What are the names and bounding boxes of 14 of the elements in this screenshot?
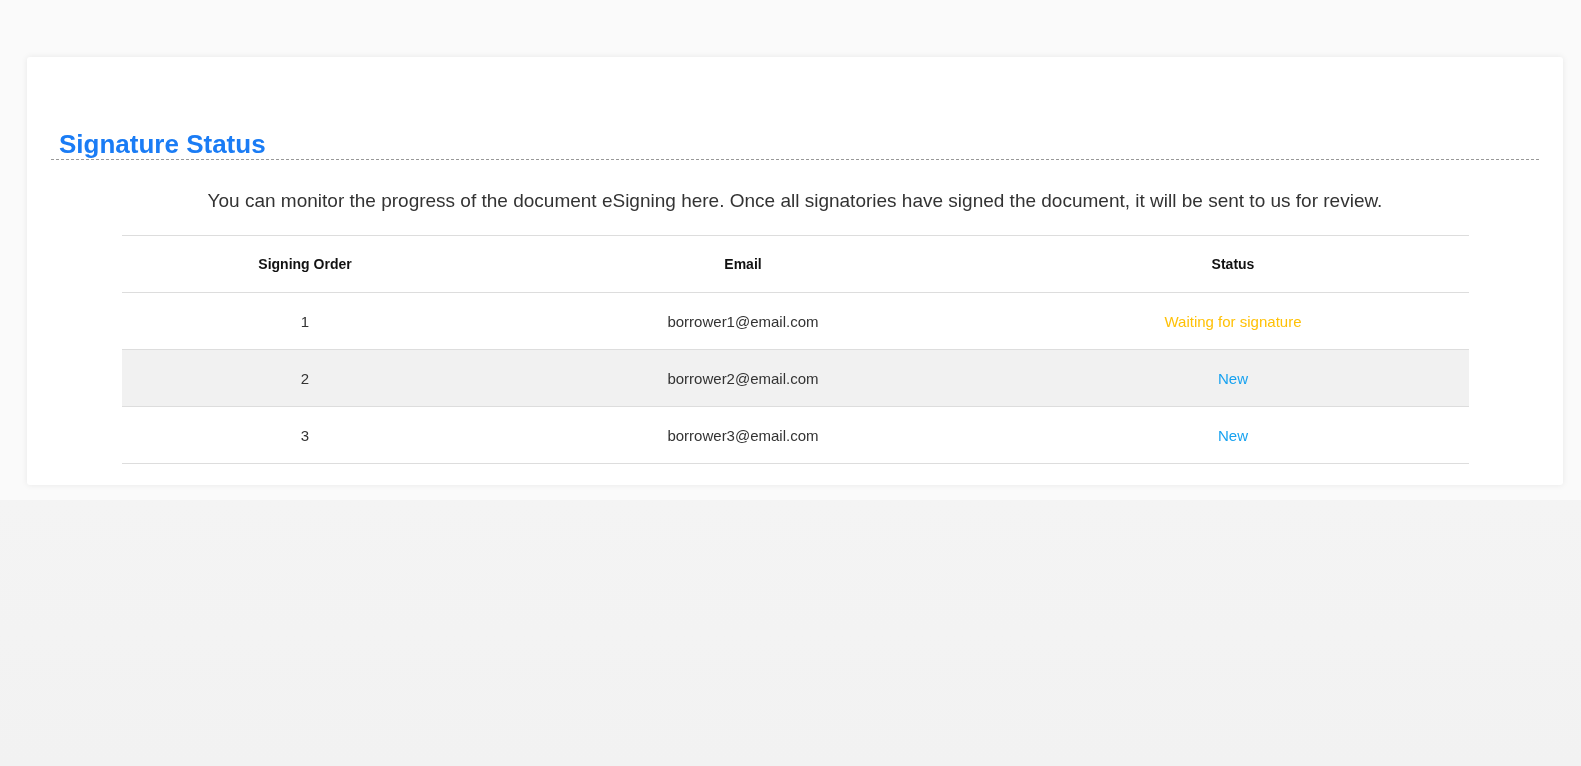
status-text: New (997, 406, 1469, 464)
column-header: Status (997, 235, 1469, 293)
status-text: New (997, 349, 1469, 407)
column-header: Email (488, 235, 998, 293)
table-cell: borrower3@email.com (488, 406, 998, 464)
status-text: Waiting for signature (997, 292, 1469, 350)
table-cell: 2 (121, 349, 489, 407)
table-cell: borrower1@email.com (488, 292, 998, 350)
column-header: Signing Order (121, 235, 489, 293)
table-cell: 1 (121, 292, 489, 350)
section-title: Signature Status (51, 129, 1539, 160)
table-cell: 3 (121, 406, 489, 464)
description-text: You can monitor the progress of the document eSigning here. Once all signatories have signed the document, it will be sent to us for review. (206, 189, 1384, 213)
table-cell: borrower2@email.com (488, 349, 998, 407)
